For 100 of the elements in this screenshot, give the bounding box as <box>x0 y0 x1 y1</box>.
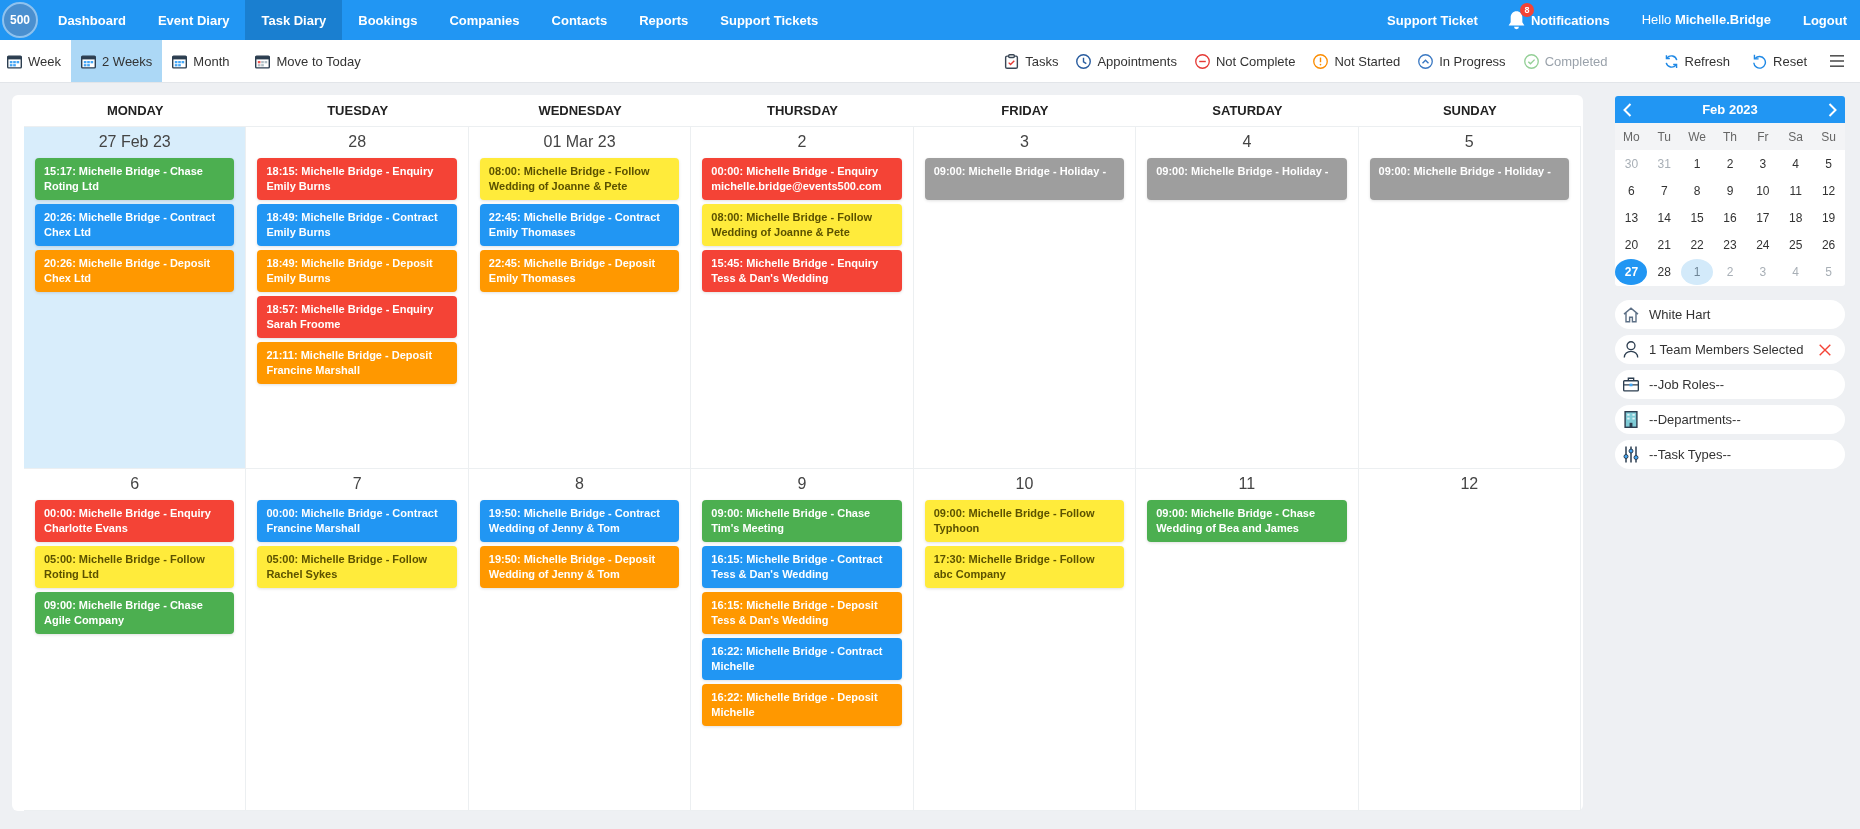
event-card[interactable]: 18:15: Michelle Bridge - Enquiry Emily Burns <box>257 158 457 200</box>
event-title: 19:50: Michelle Bridge - Deposit <box>488 552 656 567</box>
calendar-date[interactable]: 15 <box>1681 204 1714 231</box>
event-card[interactable]: 08:00: Michelle Bridge - Follow Wedding of Joanne & Pete <box>479 158 680 200</box>
filter-label: --Task Types-- <box>1649 447 1732 462</box>
calendar-date[interactable]: 8 <box>1681 177 1714 204</box>
calendar-date[interactable]: 4 <box>1779 150 1812 177</box>
event-detail: Tess & Dan's Wedding <box>711 271 829 286</box>
event-title: 09:00: Michelle Bridge - Holiday - <box>933 164 1107 179</box>
reset-button[interactable]: Reset <box>1741 40 1818 82</box>
event-card[interactable]: 00:00: Michelle Bridge - Enquiry michelle.bridge@events500.com <box>702 158 902 200</box>
calendar-date[interactable]: 22 <box>1681 231 1714 258</box>
view-tab[interactable]: Week <box>0 40 71 82</box>
calendar-date[interactable]: 5 <box>1812 150 1845 177</box>
event-card[interactable]: 15:45: Michelle Bridge - Enquiry Tess & Dan's Wedding <box>702 250 902 292</box>
event-card[interactable]: 05:00: Michelle Bridge - Follow Roting Ltd <box>35 546 235 588</box>
event-card[interactable]: 05:00: Michelle Bridge - Follow Rachel Sykes <box>257 546 457 588</box>
event-detail: Wedding of Bea and James <box>1156 521 1299 536</box>
calendar-date[interactable]: 12 <box>1812 177 1845 204</box>
calendar-date[interactable]: 18 <box>1779 204 1812 231</box>
minus-circle-icon <box>1194 53 1210 69</box>
filter-toggle[interactable]: In Progress <box>1409 40 1515 82</box>
day-number: 10 <box>1015 474 1034 494</box>
calendar-icon <box>255 53 271 69</box>
calendar-date[interactable]: 28 <box>1648 258 1681 285</box>
event-title: 16:15: Michelle Bridge - Deposit <box>711 598 878 613</box>
filter-field[interactable]: --Departments-- <box>1615 405 1845 434</box>
filter-toggle[interactable]: Not Started <box>1304 40 1410 82</box>
menu-icon[interactable] <box>1830 55 1844 67</box>
refresh-button[interactable]: Refresh <box>1652 40 1742 82</box>
calendar-date[interactable]: 23 <box>1714 231 1746 258</box>
event-card[interactable]: 08:00: Michelle Bridge - Follow Wedding of Joanne & Pete <box>702 204 902 246</box>
event-detail: Tess & Dan's Wedding <box>711 613 829 628</box>
event-title: 09:00: Michelle Bridge - Chase <box>44 598 203 613</box>
event-detail: Wedding of Jenny & Tom <box>488 567 620 582</box>
event-detail: Wedding of Joanne & Pete <box>488 179 628 194</box>
event-detail: Wedding of Jenny & Tom <box>488 521 620 536</box>
view-tab[interactable]: Month <box>162 40 240 82</box>
filter-field[interactable]: --Task Types-- <box>1615 440 1845 469</box>
day-number: 9 <box>797 474 807 494</box>
event-card[interactable]: 09:00: Michelle Bridge - Follow Typhoon <box>924 500 1125 542</box>
event-title: 09:00: Michelle Bridge - Holiday - <box>1378 164 1551 179</box>
check-circle-icon <box>1523 53 1539 69</box>
day-number: 4 <box>1242 132 1252 152</box>
event-detail: Emily Thomases <box>488 271 576 286</box>
event-detail: Emily Burns <box>266 225 331 240</box>
calendar-date[interactable]: 6 <box>1615 177 1648 204</box>
event-detail: Francine Marshall <box>266 363 360 378</box>
weekday-label: Sa <box>1788 129 1804 144</box>
event-detail: Chex Ltd <box>44 225 92 240</box>
event-card[interactable]: 00:00: Michelle Bridge - Enquiry Charlotte Evans <box>35 500 235 542</box>
event-title: 09:00: Michelle Bridge - Holiday - <box>1156 164 1329 179</box>
notifications-link[interactable]: 8 Notifications <box>1493 0 1626 40</box>
month-title: Feb 2023 <box>1702 102 1758 117</box>
calendar-date[interactable]: 9 <box>1714 177 1746 204</box>
event-detail: Roting Ltd <box>44 179 99 194</box>
calendar-date[interactable]: 25 <box>1779 231 1812 258</box>
calendar-date[interactable]: 13 <box>1615 204 1648 231</box>
calendar-date[interactable]: 1 <box>1681 150 1714 177</box>
calendar-date[interactable]: 21 <box>1648 231 1681 258</box>
nav-link[interactable]: Task Diary <box>245 0 343 40</box>
house-icon <box>1623 306 1639 323</box>
event-title: 18:49: Michelle Bridge - Deposit <box>266 256 433 271</box>
chevron-right-icon[interactable] <box>1828 102 1837 117</box>
calendar-date[interactable]: 10 <box>1746 177 1779 204</box>
event-detail: Francine Marshall <box>266 521 360 536</box>
event-title: 08:00: Michelle Bridge - Follow <box>711 210 873 225</box>
event-card[interactable]: 17:30: Michelle Bridge - Follow abc Company <box>924 546 1125 588</box>
calendar-date[interactable]: 20 <box>1615 231 1648 258</box>
calendar-date[interactable]: 17 <box>1746 204 1779 231</box>
clipboard-icon <box>1004 53 1020 69</box>
filter-toggle[interactable]: Not Complete <box>1185 40 1305 82</box>
calendar-date[interactable]: 7 <box>1648 177 1681 204</box>
calendar-date[interactable]: 1 <box>1681 258 1714 285</box>
event-card[interactable]: 18:57: Michelle Bridge - Enquiry Sarah Froome <box>257 296 457 338</box>
filter-field[interactable]: 1 Team Members Selected <box>1615 335 1845 364</box>
close-icon[interactable] <box>1819 343 1831 356</box>
calendar-date[interactable]: 19 <box>1812 204 1845 231</box>
filter-toggle[interactable]: Tasks <box>995 40 1068 82</box>
filter-toggle[interactable]: Appointments <box>1067 40 1186 82</box>
calendar-date[interactable]: 2 <box>1714 150 1746 177</box>
briefcase-icon <box>1623 376 1639 393</box>
event-detail: Michelle <box>711 659 755 674</box>
filter-field[interactable]: --Job Roles-- <box>1615 370 1845 399</box>
calendar-date[interactable]: 24 <box>1746 231 1779 258</box>
calendar-date[interactable]: 14 <box>1648 204 1681 231</box>
calendar-date[interactable]: 26 <box>1812 231 1845 258</box>
calendar-date[interactable]: 3 <box>1746 150 1779 177</box>
day-number: 12 <box>1460 474 1479 494</box>
filter-label: --Job Roles-- <box>1649 377 1725 392</box>
logo[interactable]: 500 <box>2 2 38 38</box>
view-tab[interactable]: 2 Weeks <box>71 40 163 82</box>
filter-field[interactable]: White Hart <box>1615 300 1845 329</box>
weekday-header: SUNDAY <box>1441 102 1498 120</box>
calendar-date[interactable]: 16 <box>1714 204 1746 231</box>
chevron-left-icon[interactable] <box>1623 102 1632 117</box>
event-title: 09:00: Michelle Bridge - Chase <box>1156 506 1316 521</box>
move-to-today-button[interactable]: Move to Today <box>245 40 371 82</box>
event-title: 08:00: Michelle Bridge - Follow <box>488 164 650 179</box>
calendar-date[interactable]: 11 <box>1779 177 1812 204</box>
